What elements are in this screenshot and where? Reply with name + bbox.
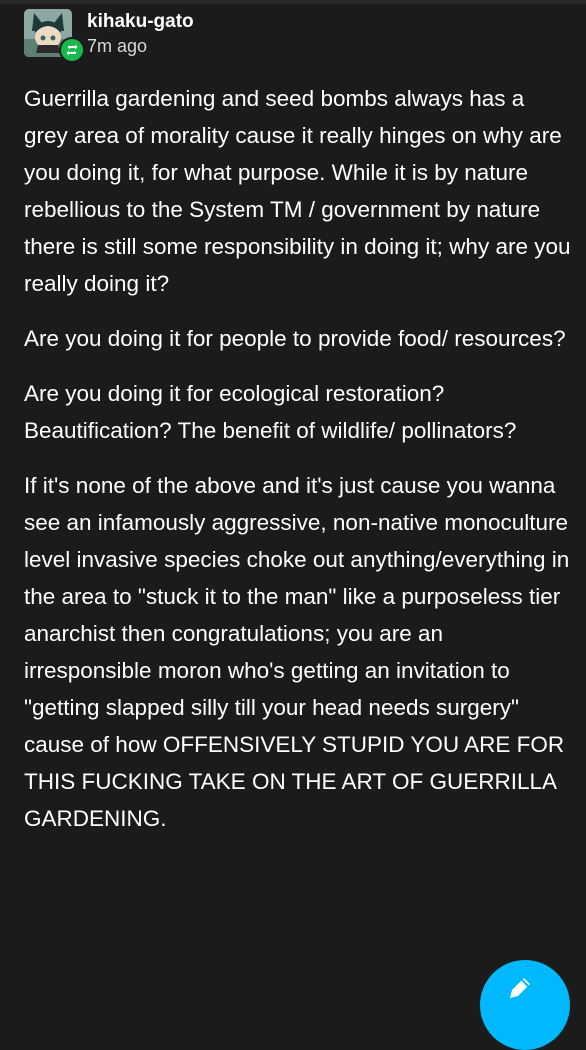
- compose-button[interactable]: [480, 960, 570, 1050]
- post-paragraph: Are you doing it for people to provide f…: [24, 326, 566, 351]
- status-bar-edge: [0, 0, 586, 4]
- post-paragraph: Are you doing it for ecological restorat…: [24, 381, 517, 443]
- post-timestamp: 7m ago: [87, 36, 148, 56]
- pencil-icon: [510, 978, 530, 998]
- post-paragraph: Guerrilla gardening and seed bombs alway…: [24, 86, 571, 296]
- post-header: kihaku-gato 7m ago: [24, 9, 544, 63]
- post-paragraph: If it's none of the above and it's just …: [24, 473, 570, 831]
- post-body: Guerrilla gardening and seed bombs alway…: [24, 80, 572, 855]
- reblog-icon: [59, 37, 85, 63]
- post-author-username[interactable]: kihaku-gato: [87, 11, 194, 33]
